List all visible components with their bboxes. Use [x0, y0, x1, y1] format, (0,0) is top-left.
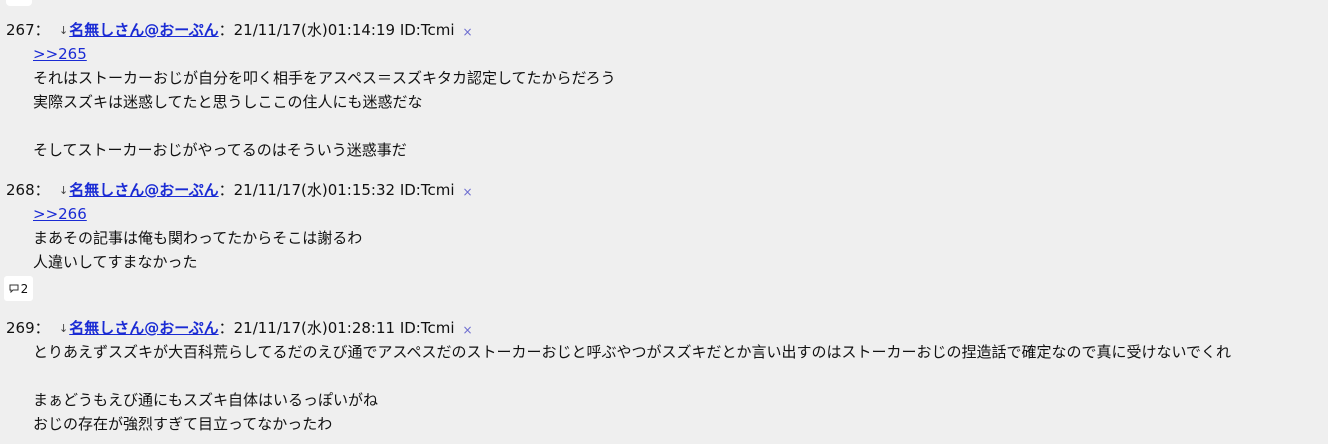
post-text-line — [33, 364, 1328, 388]
reply-link-line: >>266 — [33, 202, 1328, 226]
post-body: >>265 それはストーカーおじが自分を叩く相手をアスペス＝スズキタカ認定してた… — [33, 42, 1328, 162]
post-meta: ：21/11/17(水)01:15:32 ID:Tcmi — [218, 181, 455, 199]
post-text-line: とりあえずスズキが大百科荒らしてるだのえび通でアスペスだのストーカーおじと呼ぶや… — [33, 343, 1232, 361]
post-number: 267： — [6, 21, 50, 39]
author-name-link[interactable]: 名無しさん@おーぷん — [69, 319, 218, 337]
post-author-line: ↓名無しさん@おーぷん：21/11/17(水)01:28:11 ID:Tcmi × — [59, 316, 473, 342]
post-text-line: それはストーカーおじが自分を叩く相手をアスペス＝スズキタカ認定してたからだろう — [33, 69, 616, 87]
post-author-line: ↓名無しさん@おーぷん：21/11/17(水)01:14:19 ID:Tcmi × — [59, 18, 473, 44]
reply-link-line: >>265 — [33, 42, 1328, 66]
close-icon[interactable]: × — [463, 323, 473, 337]
reply-arrow-icon[interactable]: ↓ — [59, 184, 68, 197]
post-header: 267： ↓名無しさん@おーぷん：21/11/17(水)01:14:19 ID:… — [0, 18, 1328, 42]
post-text-line: 人違いしてすまなかった — [33, 253, 198, 271]
post-268: 268： ↓名無しさん@おーぷん：21/11/17(水)01:15:32 ID:… — [0, 178, 1328, 274]
reply-arrow-icon[interactable]: ↓ — [59, 322, 68, 335]
post-269: 269： ↓名無しさん@おーぷん：21/11/17(水)01:28:11 ID:… — [0, 316, 1328, 436]
post-body: とりあえずスズキが大百科荒らしてるだのえび通でアスペスだのストーカーおじと呼ぶや… — [33, 340, 1328, 436]
close-icon[interactable]: × — [463, 185, 473, 199]
post-text-line: おじの存在が強烈すぎて目立ってなかったわ — [33, 415, 333, 433]
author-name-link[interactable]: 名無しさん@おーぷん — [69, 21, 218, 39]
post-meta: ：21/11/17(水)01:28:11 ID:Tcmi — [218, 319, 455, 337]
previous-element-edge — [6, 0, 32, 6]
reply-anchor-link[interactable]: >>266 — [33, 205, 87, 223]
post-text-line — [33, 114, 1328, 138]
reply-count: 2 — [20, 281, 29, 296]
speech-bubble-icon — [9, 284, 19, 293]
post-number: 268： — [6, 181, 50, 199]
post-author-line: ↓名無しさん@おーぷん：21/11/17(水)01:15:32 ID:Tcmi × — [59, 178, 473, 204]
post-267: 267： ↓名無しさん@おーぷん：21/11/17(水)01:14:19 ID:… — [0, 18, 1328, 162]
reply-arrow-icon[interactable]: ↓ — [59, 24, 68, 37]
post-header: 268： ↓名無しさん@おーぷん：21/11/17(水)01:15:32 ID:… — [0, 178, 1328, 202]
close-icon[interactable]: × — [463, 25, 473, 39]
post-text-line: まぁどうもえび通にもスズキ自体はいるっぽいがね — [33, 391, 379, 409]
post-text-line: 実際スズキは迷惑してたと思うしここの住人にも迷惑だな — [33, 93, 423, 111]
post-text-line: そしてストーカーおじがやってるのはそういう迷惑事だ — [33, 141, 407, 159]
post-number: 269： — [6, 319, 50, 337]
reply-anchor-link[interactable]: >>265 — [33, 45, 87, 63]
reply-count-badge[interactable]: 2 — [4, 276, 33, 301]
post-header: 269： ↓名無しさん@おーぷん：21/11/17(水)01:28:11 ID:… — [0, 316, 1328, 340]
author-name-link[interactable]: 名無しさん@おーぷん — [69, 181, 218, 199]
post-meta: ：21/11/17(水)01:14:19 ID:Tcmi — [218, 21, 455, 39]
post-text-line: まあその記事は俺も関わってたからそこは謝るわ — [33, 229, 363, 247]
post-body: >>266 まあその記事は俺も関わってたからそこは謝るわ 人違いしてすまなかった — [33, 202, 1328, 274]
